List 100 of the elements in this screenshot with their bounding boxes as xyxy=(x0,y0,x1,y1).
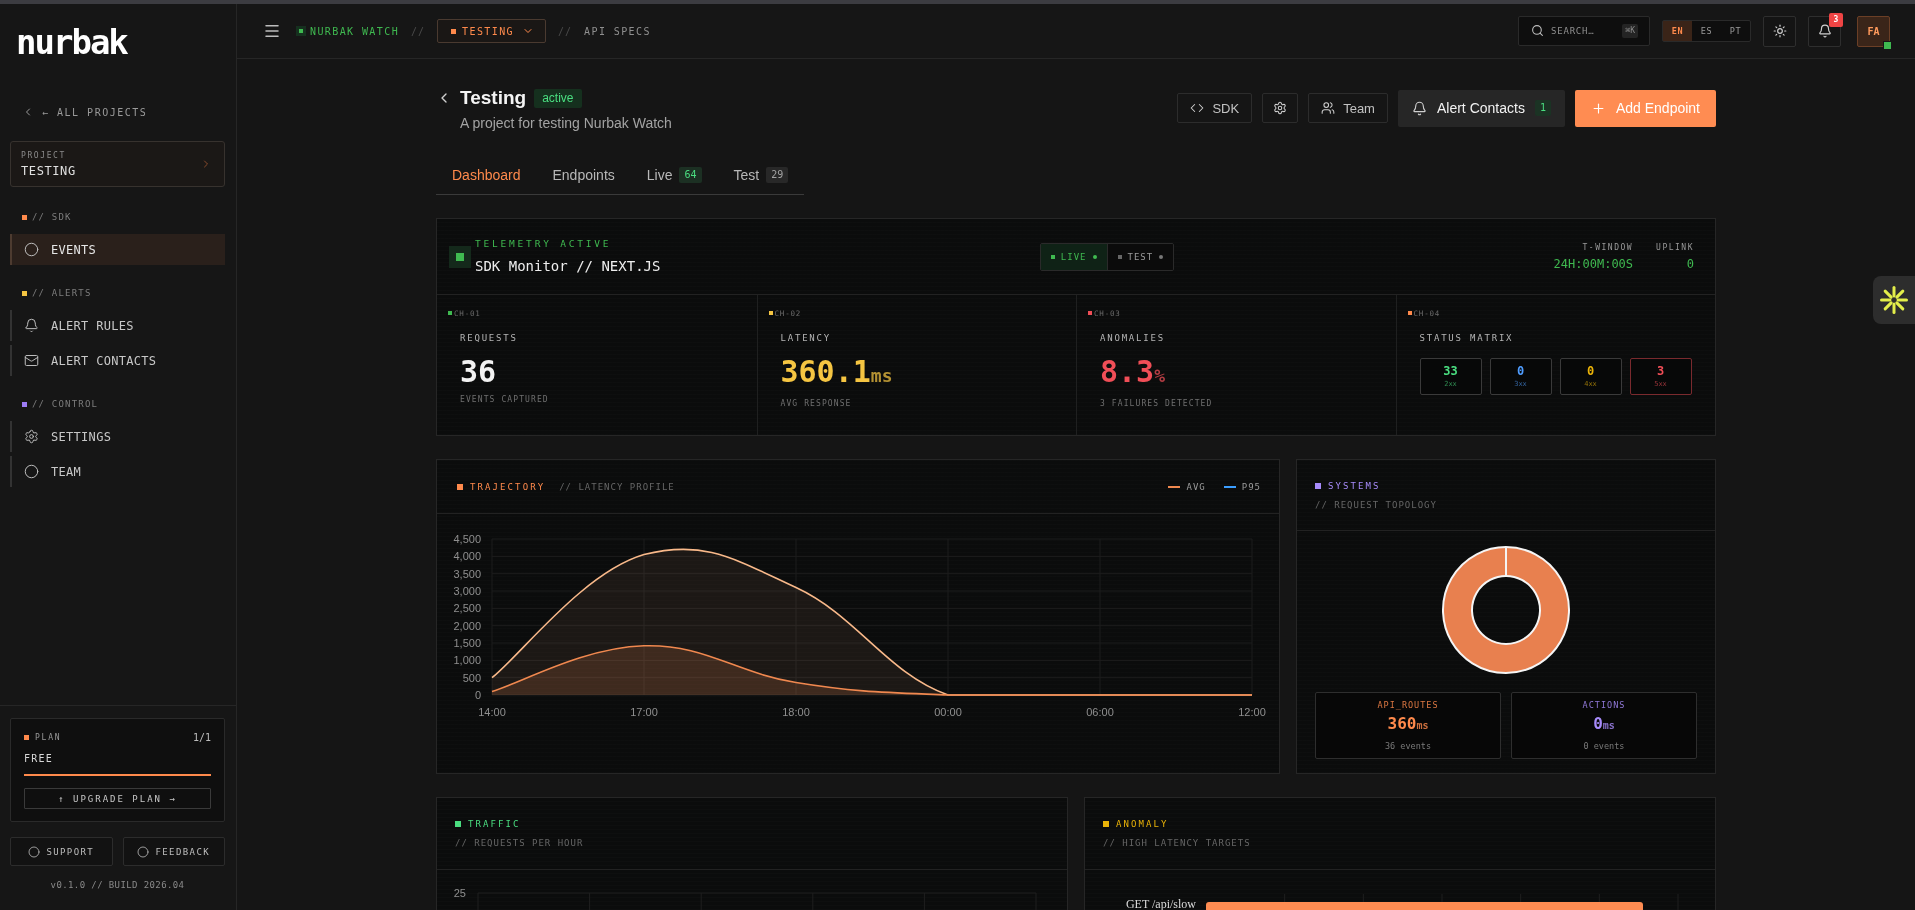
alert-contacts-button[interactable]: Alert Contacts 1 xyxy=(1397,89,1565,127)
axis-label: 25 xyxy=(453,887,466,899)
section-title: // SDK xyxy=(32,212,72,222)
metric-label: ANOMALIES xyxy=(1100,333,1165,343)
language-button[interactable]: ES xyxy=(1692,21,1721,41)
mode-toggle[interactable]: LIVE xyxy=(1040,243,1108,270)
metric-value: 360.1ms xyxy=(780,355,893,391)
telemetry-status: TELEMETRY ACTIVE xyxy=(475,238,612,250)
count-badge: 64 xyxy=(679,167,702,183)
summary-caption: 36 events xyxy=(1384,740,1432,752)
tab[interactable]: Endpoints xyxy=(536,156,631,194)
square-icon xyxy=(24,735,29,741)
status-dot-icon xyxy=(1159,254,1164,259)
panel-subtitle: // LATENCY PROFILE xyxy=(559,480,675,493)
metric-caption: EVENTS CAPTURED xyxy=(460,395,549,405)
metric-value: 36 xyxy=(460,355,497,389)
breadcrumb-page: API SPECS xyxy=(584,25,651,37)
axis-label: 12:00 xyxy=(1238,706,1266,718)
plus-icon xyxy=(1590,100,1606,116)
square-icon xyxy=(296,26,306,36)
metric-label: STATUS MATRIX xyxy=(1419,333,1514,343)
summary-caption: 0 events xyxy=(1583,740,1625,752)
axis-label: 00:00 xyxy=(934,706,962,718)
panel-subtitle: // REQUESTS PER HOUR xyxy=(455,837,584,849)
mail-icon xyxy=(24,353,39,368)
panel-title: TRAJECTORY xyxy=(470,481,546,492)
plan-name: FREE xyxy=(24,753,53,766)
shortcut-key: ⌘K xyxy=(1622,24,1638,38)
panel-title: SYSTEMS xyxy=(1328,480,1381,491)
axis-label: 18:00 xyxy=(782,706,810,718)
footer-button[interactable]: FEEDBACK xyxy=(122,837,225,866)
axis-label: 2,500 xyxy=(453,602,481,615)
back-link[interactable]: ← ALL PROJECTS xyxy=(22,102,148,122)
status-count: 0 xyxy=(1586,364,1595,378)
language-button[interactable]: EN xyxy=(1663,21,1692,41)
theme-button[interactable] xyxy=(1763,15,1796,47)
panel-subtitle: // HIGH LATENCY TARGETS xyxy=(1103,837,1251,849)
settings-icon xyxy=(1273,101,1288,115)
sdk-button[interactable]: SDK xyxy=(1177,93,1253,123)
status-dot-icon xyxy=(1092,254,1097,259)
avatar[interactable]: FA xyxy=(1857,15,1890,47)
language-button[interactable]: PT xyxy=(1721,21,1750,41)
section-title: // CONTROL xyxy=(32,399,99,409)
stat-value: 0 xyxy=(1686,255,1694,272)
nav-item[interactable]: TEAM xyxy=(10,456,225,487)
metric-caption: AVG RESPONSE xyxy=(780,399,852,409)
axis-label: 2,000 xyxy=(453,619,481,632)
axis-label: 4,500 xyxy=(453,533,481,545)
tab[interactable]: Test 29 xyxy=(717,156,805,194)
team-button[interactable]: Team xyxy=(1308,93,1388,123)
nav-item[interactable]: SETTINGS xyxy=(10,421,225,452)
tab[interactable]: Live 64 xyxy=(630,156,718,194)
breadcrumb-separator: // xyxy=(411,25,426,37)
project-dropdown[interactable]: TESTING xyxy=(437,19,547,43)
notifications-button[interactable]: 3 xyxy=(1808,15,1841,47)
plan-label: PLAN xyxy=(35,733,62,743)
app-link[interactable]: NURBAK WATCH xyxy=(296,25,400,37)
target-label: GET /api/slow xyxy=(1125,897,1196,910)
floating-button[interactable] xyxy=(1873,276,1915,324)
menu-button[interactable] xyxy=(263,22,281,40)
users-icon xyxy=(1321,101,1336,115)
bell-icon xyxy=(24,318,39,333)
project-description: A project for testing Nurbak Watch xyxy=(460,115,672,131)
project-title: Testing xyxy=(460,87,527,109)
upgrade-button[interactable]: ↑ UPGRADE PLAN → xyxy=(24,788,211,809)
status-badge: active xyxy=(534,88,582,108)
nav-item[interactable]: ALERT CONTACTS xyxy=(10,345,225,376)
axis-label: 3,500 xyxy=(453,567,481,580)
monitor-title: SDK Monitor // NEXT.JS xyxy=(475,257,661,275)
mode-toggle[interactable]: TEST xyxy=(1107,243,1174,270)
metric-caption: 3 FAILURES DETECTED xyxy=(1100,399,1213,409)
footer-button[interactable]: SUPPORT xyxy=(10,837,113,866)
panel-subtitle: // REQUEST TOPOLOGY xyxy=(1315,498,1437,511)
legend-label: AVG xyxy=(1186,481,1206,492)
summary-label: API_ROUTES xyxy=(1377,699,1439,711)
axis-label: 4,000 xyxy=(453,550,481,563)
breadcrumb-separator: // xyxy=(558,25,573,37)
bell-icon xyxy=(1411,100,1427,116)
notification-badge: 3 xyxy=(1829,12,1843,27)
settings-button[interactable] xyxy=(1262,93,1299,123)
project-selector[interactable]: PROJECT TESTING xyxy=(10,141,225,187)
circle-icon xyxy=(24,242,39,257)
summary-value: 0ms xyxy=(1593,714,1615,735)
code-icon xyxy=(1190,101,1205,115)
square-icon xyxy=(451,28,457,34)
metric-value: 8.3% xyxy=(1100,355,1166,391)
search-icon xyxy=(1531,24,1544,37)
nav-item[interactable]: ALERT RULES xyxy=(10,310,225,341)
sun-icon xyxy=(1772,24,1787,38)
tab[interactable]: Dashboard xyxy=(436,156,537,194)
summary-value: 360ms xyxy=(1387,714,1429,735)
version-text: v0.1.0 // BUILD 2026.04 xyxy=(49,879,186,892)
metric-label: REQUESTS xyxy=(460,333,518,343)
nav-item[interactable]: EVENTS xyxy=(10,234,225,265)
count-badge: 29 xyxy=(766,167,789,183)
plan-usage: 1/1 xyxy=(192,732,211,744)
axis-label: 06:00 xyxy=(1086,706,1114,718)
section-title: // ALERTS xyxy=(32,288,92,298)
stat-label: UPLINK xyxy=(1656,241,1694,254)
panel-title: ANOMALY xyxy=(1116,819,1169,829)
